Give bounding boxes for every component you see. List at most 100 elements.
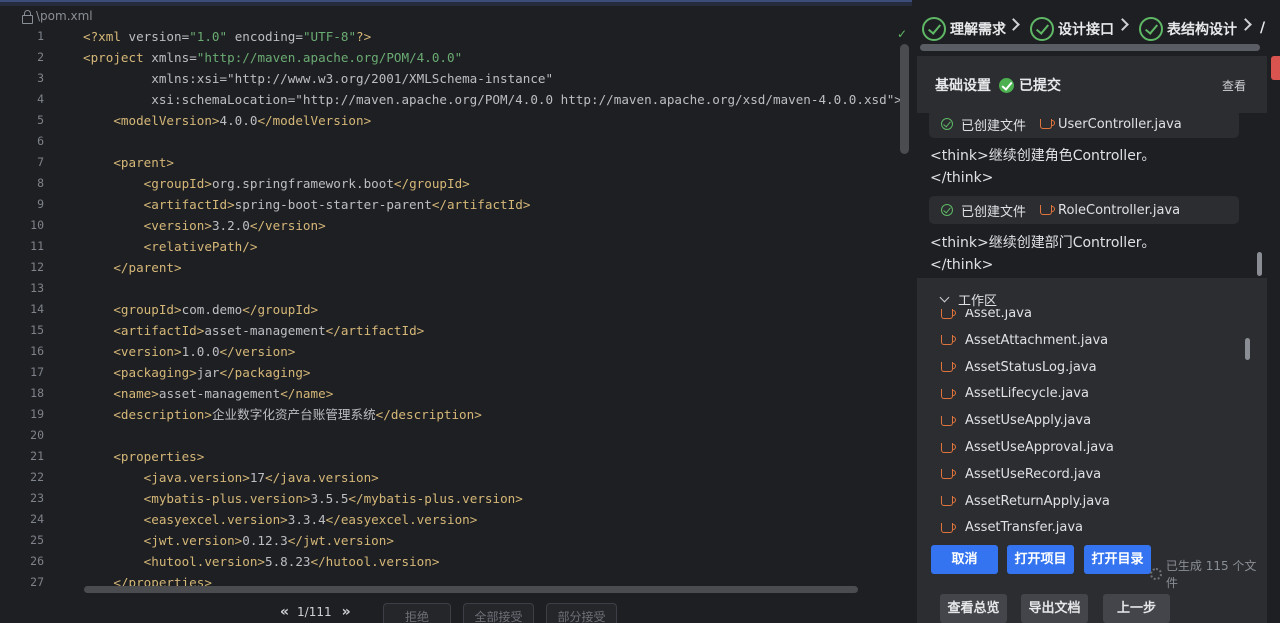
code-line[interactable]: 2 <project xmlns="http://maven.apache.org…	[0, 47, 900, 68]
workspace-file-item[interactable]: AssetAttachment.java	[941, 327, 1108, 354]
code-area[interactable]: 1 <?xml version="1.0" encoding="UTF-8"?> 2…	[0, 26, 902, 593]
line-number: 15	[30, 323, 44, 337]
code-text[interactable]: <version>3.2.0</version>	[83, 215, 326, 236]
chat-log[interactable]: 已创建文件 UserController.java <think>继续创建角色C…	[917, 110, 1267, 278]
line-number: 19	[30, 407, 44, 421]
next-change-button[interactable]: »	[342, 604, 351, 620]
code-line[interactable]: 6	[0, 131, 900, 152]
code-line[interactable]: 13	[0, 278, 900, 299]
code-line[interactable]: 23 <mybatis-plus.version>3.5.5</mybatis-…	[0, 488, 900, 509]
step-table-design[interactable]: 表结构设计	[1139, 16, 1237, 42]
code-line[interactable]: 20	[0, 425, 900, 446]
code-text[interactable]: <jwt.version>0.12.3</jwt.version>	[83, 530, 394, 551]
code-text[interactable]: <name>asset-management</name>	[83, 383, 333, 404]
think-line: </think>	[930, 257, 994, 273]
vertical-scrollbar[interactable]	[900, 44, 909, 154]
code-line[interactable]: 21 <properties>	[0, 446, 900, 467]
code-text[interactable]: <packaging>jar</packaging>	[83, 362, 310, 383]
java-file-icon	[1040, 205, 1056, 215]
step-design-api[interactable]: 设计接口	[1030, 16, 1114, 42]
workspace-toggle[interactable]: 工作区	[939, 290, 997, 309]
code-line[interactable]: 10 <version>3.2.0</version>	[0, 215, 900, 236]
code-line[interactable]: 9 <artifactId>spring-boot-starter-parent…	[0, 194, 900, 215]
workspace-file-item[interactable]: AssetLifecycle.java	[941, 380, 1089, 407]
view-overview-button[interactable]: 查看总览	[940, 594, 1007, 623]
workspace-file-item[interactable]: AssetUseRecord.java	[941, 461, 1101, 488]
code-line[interactable]: 16 <version>1.0.0</version>	[0, 341, 900, 362]
steps-scrollbar[interactable]	[920, 44, 1260, 51]
workspace-file-item[interactable]: AssetStatusLog.java	[941, 354, 1097, 381]
code-line[interactable]: 12 </parent>	[0, 257, 900, 278]
workspace-file-list[interactable]: Asset.java AssetAttachment.java AssetStatu…	[917, 309, 1257, 536]
horizontal-scrollbar[interactable]	[84, 586, 858, 593]
code-text[interactable]: <project xmlns="http://maven.apache.org/…	[83, 47, 462, 68]
java-file-icon	[941, 442, 956, 453]
code-text[interactable]: <relativePath/>	[83, 236, 258, 257]
code-text[interactable]: <artifactId>asset-management</artifactId…	[83, 320, 424, 341]
code-text[interactable]: xsi:schemaLocation="http://maven.apache.…	[83, 89, 902, 110]
code-text[interactable]: <groupId>org.springframework.boot</group…	[83, 173, 470, 194]
code-line[interactable]: 15 <artifactId>asset-management</artifac…	[0, 320, 900, 341]
code-text[interactable]: <mybatis-plus.version>3.5.5</mybatis-plu…	[83, 488, 523, 509]
chat-scrollbar[interactable]	[1257, 252, 1262, 276]
code-line[interactable]: 1 <?xml version="1.0" encoding="UTF-8"?>	[0, 26, 900, 47]
line-number: 3	[37, 71, 44, 85]
code-line[interactable]: 4 xsi:schemaLocation="http://maven.apach…	[0, 89, 902, 110]
code-line[interactable]: 22 <java.version>17</java.version>	[0, 467, 900, 488]
prev-change-button[interactable]: «	[280, 604, 289, 620]
code-line[interactable]: 26 <hutool.version>5.8.23</hutool.versio…	[0, 551, 900, 572]
code-line[interactable]: 7 <parent>	[0, 152, 900, 173]
workspace-file-item[interactable]: Asset.java	[941, 309, 1032, 327]
code-line[interactable]: 17 <packaging>jar</packaging>	[0, 362, 900, 383]
code-line[interactable]: 14 <groupId>com.demo</groupId>	[0, 299, 900, 320]
accept-all-button[interactable]: 全部接受	[463, 603, 534, 623]
workspace-file-item[interactable]: AssetUseApproval.java	[941, 434, 1114, 461]
think-line: <think>继续创建部门Controller。	[930, 235, 1156, 251]
open-directory-button[interactable]: 打开目录	[1084, 545, 1151, 574]
code-line[interactable]: 11 <relativePath/>	[0, 236, 900, 257]
code-text[interactable]: <groupId>com.demo</groupId>	[83, 299, 318, 320]
created-file-chip[interactable]: 已创建文件 UserController.java	[929, 110, 1239, 138]
step-understand-requirements[interactable]: 理解需求	[922, 16, 1006, 42]
code-text[interactable]: <description>企业数字化资产台账管理系统</description>	[83, 404, 481, 425]
code-text[interactable]: <artifactId>spring-boot-starter-parent</…	[83, 194, 531, 215]
line-number: 1	[37, 29, 44, 43]
code-text[interactable]: <?xml version="1.0" encoding="UTF-8"?>	[83, 26, 371, 47]
workspace-file-name: AssetUseApply.java	[965, 413, 1092, 429]
reject-button[interactable]: 拒绝	[383, 603, 451, 623]
code-line[interactable]: 3 xmlns:xsi="http://www.w3.org/2001/XMLS…	[0, 68, 900, 89]
accept-partial-button[interactable]: 部分接受	[546, 603, 617, 623]
code-line[interactable]: 25 <jwt.version>0.12.3</jwt.version>	[0, 530, 900, 551]
code-text[interactable]: <version>1.0.0</version>	[83, 341, 295, 362]
code-editor[interactable]: \pom.xml 1 <?xml version="1.0" encoding="…	[0, 0, 912, 623]
code-text[interactable]: <easyexcel.version>3.3.4</easyexcel.vers…	[83, 509, 478, 530]
workspace-file-item[interactable]: AssetTransfer.java	[941, 514, 1083, 536]
step-progress: 理解需求 设计接口 表结构设计 /	[917, 0, 1267, 56]
code-line[interactable]: 19 <description>企业数字化资产台账管理系统</descripti…	[0, 404, 900, 425]
export-docs-button[interactable]: 导出文档	[1021, 594, 1088, 623]
code-text[interactable]: <hutool.version>5.8.23</hutool.version>	[83, 551, 440, 572]
code-text[interactable]: <java.version>17</java.version>	[83, 467, 379, 488]
right-tool-strip	[1267, 0, 1280, 623]
previous-step-button[interactable]: 上一步	[1103, 594, 1170, 623]
code-text[interactable]: xmlns:xsi="http://www.w3.org/2001/XMLSch…	[83, 68, 553, 89]
code-line[interactable]: 18 <name>asset-management</name>	[0, 383, 900, 404]
view-link[interactable]: 查看	[1222, 77, 1246, 94]
plugin-icon[interactable]	[1271, 56, 1280, 80]
workspace-file-item[interactable]: AssetUseApply.java	[941, 407, 1091, 434]
code-text[interactable]: <properties>	[83, 446, 204, 467]
workspace-file-name: AssetReturnApply.java	[965, 493, 1110, 509]
file-tab[interactable]: \pom.xml	[22, 8, 93, 24]
open-project-button[interactable]: 打开项目	[1007, 545, 1074, 574]
java-file-icon	[941, 496, 956, 507]
code-text[interactable]: <parent>	[83, 152, 174, 173]
workspace-file-item[interactable]: AssetReturnApply.java	[941, 488, 1110, 515]
code-line[interactable]: 8 <groupId>org.springframework.boot</gro…	[0, 173, 900, 194]
code-text[interactable]: <modelVersion>4.0.0</modelVersion>	[83, 110, 371, 131]
created-file-chip[interactable]: 已创建文件 RoleController.java	[929, 196, 1239, 224]
cancel-button[interactable]: 取消	[931, 545, 998, 574]
code-line[interactable]: 5 <modelVersion>4.0.0</modelVersion>	[0, 110, 900, 131]
file-list-scrollbar[interactable]	[1245, 338, 1250, 360]
code-line[interactable]: 24 <easyexcel.version>3.3.4</easyexcel.v…	[0, 509, 900, 530]
code-text[interactable]: </parent>	[83, 257, 181, 278]
